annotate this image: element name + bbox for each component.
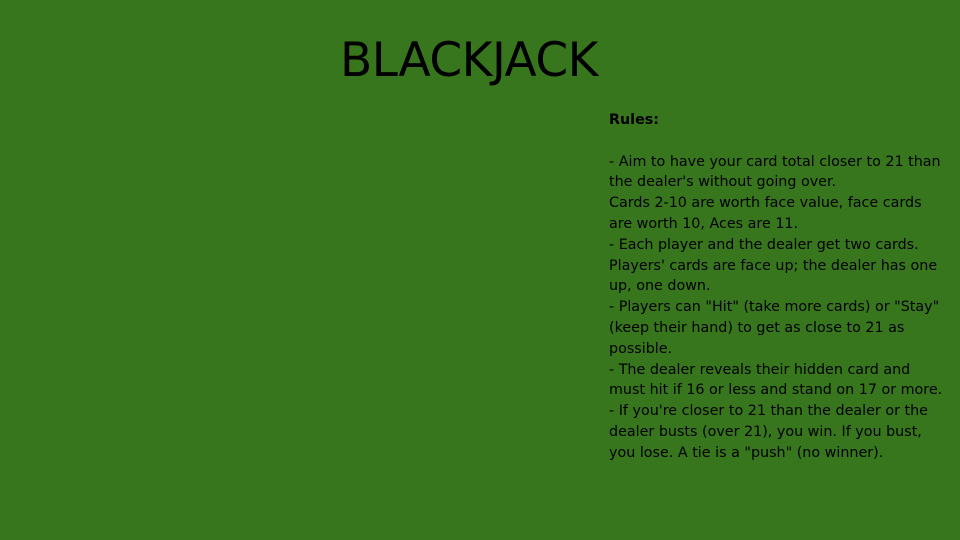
rule-card-values: Cards 2-10 are worth face value, face ca… xyxy=(609,195,927,232)
rule-aim: - Aim to have your card total closer to … xyxy=(609,153,946,191)
rule-outcome: - If you're closer to 21 than the dealer… xyxy=(609,403,933,461)
rule-deal: - Each player and the dealer get two car… xyxy=(609,236,942,295)
rule-hit-stay: - Players can "Hit" (take more cards) or… xyxy=(609,299,944,357)
rule-dealer: - The dealer reveals their hidden card a… xyxy=(609,361,943,399)
game-title: BLACKJACK xyxy=(340,33,598,88)
rules-spacer xyxy=(609,131,949,152)
blackjack-table: BLACKJACK Rules: - Aim to have your card… xyxy=(0,0,960,540)
rules-heading: Rules: xyxy=(609,112,660,128)
rules-panel: Rules: - Aim to have your card total clo… xyxy=(609,110,949,464)
